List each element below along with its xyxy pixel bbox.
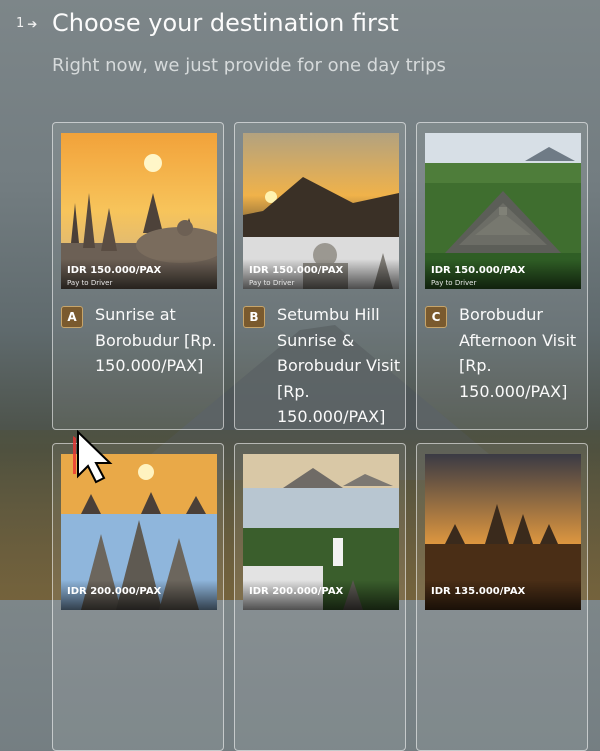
option-image-sunrise-borobudur: IDR 150.000/PAX Pay to Driver: [61, 133, 217, 289]
option-image-setumbu-view: IDR 200.000/PAX: [243, 454, 399, 610]
option-key-a: A: [61, 306, 83, 328]
option-label-b: Setumbu Hill Sunrise & Borobudur Visit […: [277, 305, 401, 426]
arrow-right-icon: ➔: [27, 16, 38, 31]
option-key-b: B: [243, 306, 265, 328]
option-image-setumbu-hill: IDR 150.000/PAX Pay to Driver: [243, 133, 399, 289]
option-label-a: Sunrise at Borobudur [Rp. 150.000/PAX]: [95, 305, 217, 375]
price-banner: IDR 135.000/PAX: [425, 580, 581, 610]
price-banner: IDR 200.000/PAX: [243, 580, 399, 610]
price-banner: IDR 150.000/PAX Pay to Driver: [243, 259, 399, 289]
mouse-pointer-icon: [73, 430, 113, 484]
choice-option-e[interactable]: IDR 200.000/PAX: [234, 443, 406, 751]
option-key-c: C: [425, 306, 447, 328]
price-banner: IDR 150.000/PAX Pay to Driver: [61, 259, 217, 289]
option-image-borobudur-afternoon: IDR 150.000/PAX Pay to Driver: [425, 133, 581, 289]
option-image-prambanan-sunset: IDR 135.000/PAX: [425, 454, 581, 610]
choice-option-f[interactable]: IDR 135.000/PAX: [416, 443, 588, 751]
choice-option-a[interactable]: IDR 150.000/PAX Pay to Driver A Sunrise …: [52, 122, 224, 430]
price-banner: IDR 150.000/PAX Pay to Driver: [425, 259, 581, 289]
choice-option-b[interactable]: IDR 150.000/PAX Pay to Driver B Setumbu …: [234, 122, 406, 430]
question-title: Choose your destination first: [52, 9, 399, 37]
choice-option-c[interactable]: IDR 150.000/PAX Pay to Driver C Borobudu…: [416, 122, 588, 430]
choice-option-d[interactable]: IDR 200.000/PAX: [52, 443, 224, 751]
price-banner: IDR 200.000/PAX: [61, 580, 217, 610]
question-subtitle: Right now, we just provide for one day t…: [52, 55, 446, 76]
option-label-c: Borobudur Afternoon Visit [Rp. 150.000/P…: [459, 305, 577, 401]
question-number: 1 ➔: [16, 16, 38, 31]
